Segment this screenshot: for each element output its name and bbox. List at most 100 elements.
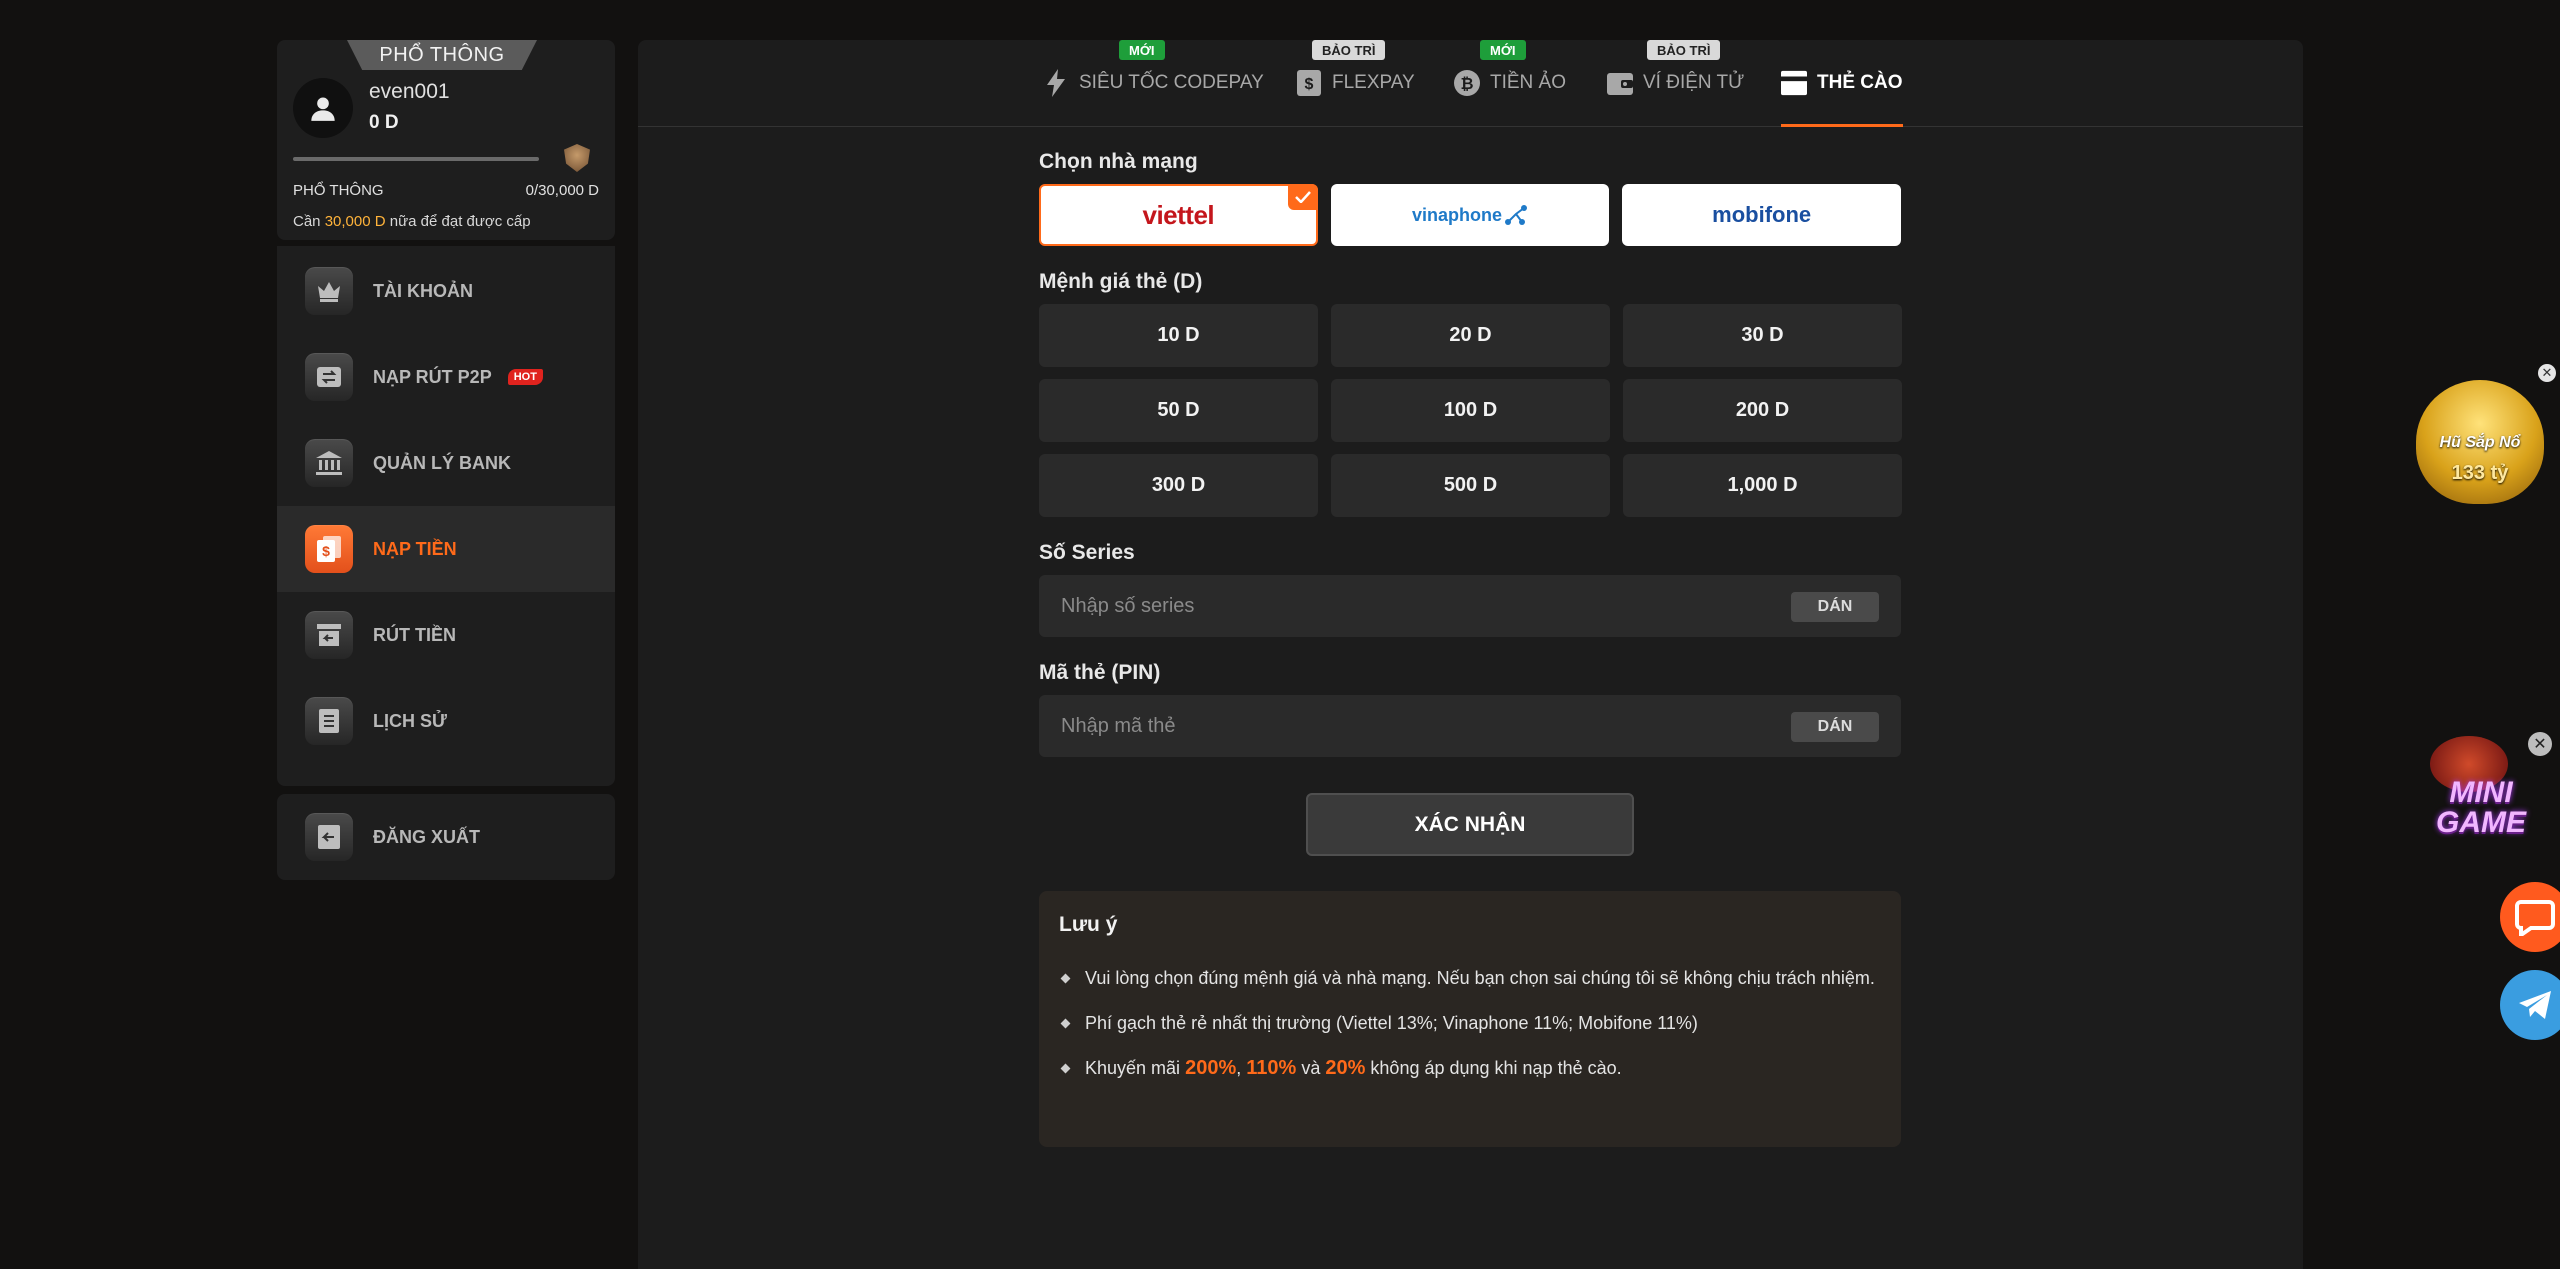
amount-option[interactable]: 50 D bbox=[1039, 379, 1318, 442]
tab-badge: BẢO TRÌ bbox=[1312, 40, 1386, 60]
vip-progress-bar bbox=[293, 157, 539, 161]
amount-option[interactable]: 300 D bbox=[1039, 454, 1318, 517]
tab-codepay[interactable]: MỚI SIÊU TỐC CODEPAY bbox=[1043, 40, 1264, 126]
username: even001 bbox=[369, 80, 450, 103]
balance: 0 D bbox=[369, 112, 399, 133]
sidebar: PHỔ THÔNG even001 0 D PHỔ THÔNG 0/30,000… bbox=[277, 40, 615, 880]
minigame-widget[interactable]: MINI GAME ✕ bbox=[2408, 730, 2558, 860]
sidebar-item-label: TÀI KHOẢN bbox=[373, 280, 473, 301]
confirm-button[interactable]: XÁC NHẬN bbox=[1306, 793, 1634, 856]
tier-badge: PHỔ THÔNG bbox=[347, 40, 537, 70]
note-item: Vui lòng chọn đúng mệnh giá và nhà mạng.… bbox=[1059, 967, 1881, 990]
level-name: PHỔ THÔNG bbox=[293, 182, 384, 199]
avatar[interactable] bbox=[293, 78, 353, 138]
sidebar-item-label: LỊCH SỬ bbox=[373, 710, 447, 731]
payment-method-tabs: MỚI SIÊU TỐC CODEPAY BẢO TRÌ $ FLEXPAY M… bbox=[638, 40, 2303, 127]
sidebar-item-history[interactable]: LỊCH SỬ bbox=[277, 678, 615, 764]
minigame-logo: MINI GAME bbox=[2436, 776, 2526, 839]
sidebar-item-label: NẠP TIỀN bbox=[373, 538, 457, 559]
vinaphone-logo: vinaphone bbox=[1412, 204, 1528, 226]
note-box: Lưu ý Vui lòng chọn đúng mệnh giá và nhà… bbox=[1039, 891, 1901, 1147]
tab-badge: MỚI bbox=[1480, 40, 1526, 60]
close-minigame-button[interactable]: ✕ bbox=[2528, 732, 2552, 756]
dollar-icon: $ bbox=[1296, 70, 1322, 96]
viettel-logo: viettel bbox=[1142, 199, 1215, 230]
sidebar-item-deposit[interactable]: $ NẠP TIỀN bbox=[277, 506, 615, 592]
tab-flexpay[interactable]: BẢO TRÌ $ FLEXPAY bbox=[1296, 40, 1415, 126]
jackpot-text: Hũ Sắp Nổ bbox=[2439, 434, 2521, 451]
promo-200: 200% bbox=[1185, 1057, 1237, 1079]
amount-option[interactable]: 500 D bbox=[1331, 454, 1610, 517]
sidebar-menu: TÀI KHOẢN NẠP RÚT P2P HOT QUẢN LÝ BANK $… bbox=[277, 246, 615, 786]
amount-option[interactable]: 1,000 D bbox=[1623, 454, 1902, 517]
carrier-mobifone[interactable]: mobifone bbox=[1622, 184, 1902, 246]
note-text: và bbox=[1301, 1058, 1321, 1078]
paste-pin-button[interactable]: DÁN bbox=[1791, 712, 1879, 742]
bank-icon bbox=[305, 439, 353, 487]
tab-crypto[interactable]: MỚI ₿ TIỀN ẢO bbox=[1454, 40, 1566, 126]
hot-badge: HOT bbox=[507, 369, 543, 385]
jackpot-amount: 133 tỷ bbox=[2451, 462, 2509, 484]
pin-field: DÁN bbox=[1039, 695, 1901, 757]
history-icon bbox=[305, 697, 353, 745]
tab-ewallet[interactable]: BẢO TRÌ VÍ ĐIỆN TỬ bbox=[1607, 40, 1744, 126]
live-chat-button[interactable] bbox=[2500, 882, 2560, 952]
amount-option[interactable]: 20 D bbox=[1331, 304, 1610, 367]
pin-input[interactable] bbox=[1039, 695, 1901, 757]
sidebar-item-bank[interactable]: QUẢN LÝ BANK bbox=[277, 420, 615, 506]
sidebar-item-account[interactable]: TÀI KHOẢN bbox=[277, 248, 615, 334]
telegram-button[interactable] bbox=[2500, 970, 2560, 1040]
amount-option[interactable]: 200 D bbox=[1623, 379, 1902, 442]
vinaphone-mark-icon bbox=[1505, 205, 1528, 225]
amount-label: Mệnh giá thẻ (D) bbox=[1039, 270, 1203, 293]
sidebar-item-p2p[interactable]: NẠP RÚT P2P HOT bbox=[277, 334, 615, 420]
profile-card: PHỔ THÔNG even001 0 D PHỔ THÔNG 0/30,000… bbox=[277, 40, 615, 240]
need-suffix: nữa để đạt được cấp bbox=[389, 213, 531, 230]
user-icon bbox=[311, 97, 335, 121]
tab-scratch-card[interactable]: THẺ CÀO bbox=[1781, 40, 1903, 127]
transfer-icon bbox=[305, 353, 353, 401]
note-text: Khuyến mãi bbox=[1085, 1058, 1181, 1078]
card-icon bbox=[1781, 70, 1807, 96]
amount-option[interactable]: 30 D bbox=[1623, 304, 1902, 367]
note-text: không áp dụng khi nạp thẻ cào. bbox=[1370, 1058, 1622, 1078]
lightning-icon bbox=[1043, 69, 1069, 97]
sidebar-item-withdraw[interactable]: RÚT TIỀN bbox=[277, 592, 615, 678]
wallet-icon bbox=[1607, 70, 1633, 96]
carrier-label: Chọn nhà mạng bbox=[1039, 150, 1198, 173]
series-field: DÁN bbox=[1039, 575, 1901, 637]
tab-badge: MỚI bbox=[1119, 40, 1165, 60]
mobifone-logo: mobifone bbox=[1712, 202, 1812, 227]
sidebar-item-label: QUẢN LÝ BANK bbox=[373, 452, 511, 473]
tab-badge: BẢO TRÌ bbox=[1647, 40, 1721, 60]
pin-label: Mã thẻ (PIN) bbox=[1039, 661, 1161, 684]
sidebar-item-label: NẠP RÚT P2P bbox=[373, 366, 492, 387]
logout-label: ĐĂNG XUẤT bbox=[373, 826, 480, 847]
logout-button[interactable]: ĐĂNG XUẤT bbox=[277, 794, 615, 880]
close-jackpot-button[interactable]: ✕ bbox=[2538, 364, 2556, 382]
withdraw-icon bbox=[305, 611, 353, 659]
tab-label: TIỀN ẢO bbox=[1490, 72, 1567, 93]
chat-icon bbox=[2515, 900, 2555, 936]
tab-label: FLEXPAY bbox=[1332, 72, 1415, 93]
crown-icon bbox=[305, 267, 353, 315]
note-item: Khuyến mãi 200%, 110% và 20% không áp dụ… bbox=[1059, 1057, 1881, 1080]
carrier-vinaphone[interactable]: vinaphone bbox=[1330, 184, 1610, 246]
rank-shield-icon bbox=[564, 144, 590, 172]
amount-option[interactable]: 10 D bbox=[1039, 304, 1318, 367]
jackpot-widget[interactable]: Hũ Sắp Nổ 133 tỷ ✕ bbox=[2410, 364, 2556, 510]
promo-110: 110% bbox=[1246, 1057, 1297, 1079]
logout-card: ĐĂNG XUẤT bbox=[277, 794, 615, 880]
paste-series-button[interactable]: DÁN bbox=[1791, 592, 1879, 622]
amount-option[interactable]: 100 D bbox=[1331, 379, 1610, 442]
svg-text:$: $ bbox=[322, 543, 330, 559]
carrier-viettel[interactable]: viettel bbox=[1039, 184, 1318, 246]
main-panel: MỚI SIÊU TỐC CODEPAY BẢO TRÌ $ FLEXPAY M… bbox=[638, 40, 2303, 1269]
scratch-card-form: Chọn nhà mạng viettel vinaphone mobifone… bbox=[1039, 150, 1902, 1147]
next-level-hint: Cần 30,000 D nữa để đạt được cấp bbox=[293, 213, 531, 230]
check-icon bbox=[1287, 184, 1318, 210]
svg-text:$: $ bbox=[1305, 76, 1314, 93]
carrier-selector: viettel vinaphone mobifone bbox=[1039, 184, 1902, 246]
need-amount: 30,000 D bbox=[324, 213, 386, 230]
series-input[interactable] bbox=[1039, 575, 1901, 637]
